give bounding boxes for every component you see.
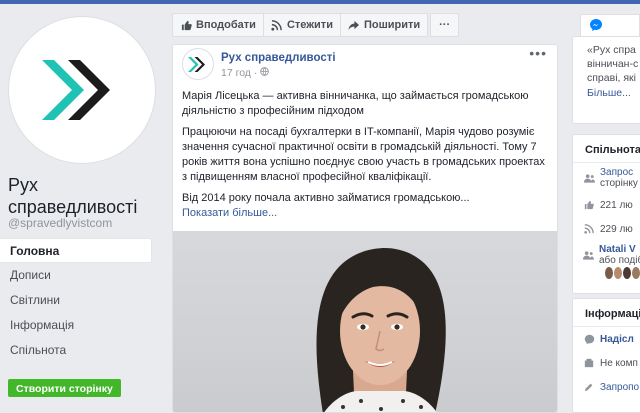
see-more-link[interactable]: Показати більше...: [182, 206, 552, 221]
about-quote-card: «Рух спра вінничан-с справі, які Більше.…: [572, 36, 640, 124]
suggest-edits-text: Запропо: [600, 381, 640, 393]
friend-avatar[interactable]: [605, 267, 613, 279]
messenger-icon: [583, 334, 595, 345]
page-nav: Головна Дописи Світлини Інформація Спіль…: [0, 238, 152, 363]
pencil-icon: [583, 382, 595, 392]
thumbs-up-icon: [583, 200, 595, 210]
page-category-text: Не комп: [600, 357, 638, 369]
post-paragraph-3: Від 2014 року почала активно займатися г…: [182, 192, 470, 204]
invite-friends-line1: Запрос: [600, 167, 634, 178]
post-paragraph-1: Марія Лісецька — активна вінничанка, що …: [182, 90, 529, 117]
friend-avatar[interactable]: [632, 267, 640, 279]
share-arrow-icon: [348, 19, 360, 31]
friend-avatar[interactable]: [623, 267, 631, 279]
globe-icon: [260, 67, 270, 79]
quote-line-1: «Рух спра: [587, 44, 636, 56]
page-name[interactable]: Рух справедливості: [8, 174, 158, 218]
send-message-row[interactable]: Надісл: [573, 327, 640, 351]
likes-count: 221 лю: [600, 199, 633, 211]
page-handle[interactable]: @spravedlyvistcom: [8, 216, 112, 230]
quote-line-2: вінничан-с: [587, 58, 639, 70]
page-logo-small: [188, 56, 205, 72]
post-card: Рух справедливості 17 год · ••• Марія Лі…: [172, 44, 558, 413]
messenger-button[interactable]: [580, 14, 640, 38]
post-author-name[interactable]: Рух справедливості: [221, 52, 336, 64]
create-page-button[interactable]: Створити сторінку: [8, 379, 121, 397]
more-actions-button[interactable]: ···: [430, 13, 460, 37]
send-message-text: Надісл: [600, 333, 634, 345]
friends-liked-row[interactable]: Natali V або подіб: [573, 241, 640, 269]
post-photo[interactable]: [173, 231, 557, 412]
community-title[interactable]: Спільнота: [573, 135, 640, 163]
info-title[interactable]: Інформаці: [573, 299, 640, 327]
post-body: Марія Лісецька — активна вінничанка, що …: [182, 89, 552, 221]
left-column: Рух справедливості @spravedlyvistcom Гол…: [0, 4, 160, 413]
friend-avatar[interactable]: [614, 267, 622, 279]
like-label: Вподобати: [196, 19, 256, 31]
thumbs-up-icon: [180, 19, 192, 31]
nav-item-posts[interactable]: Дописи: [0, 263, 152, 288]
rss-icon: [583, 224, 595, 234]
building-icon: [583, 358, 595, 368]
follow-page-button[interactable]: Стежити: [262, 13, 341, 37]
nav-item-photos[interactable]: Світлини: [0, 288, 152, 313]
follow-label: Стежити: [286, 19, 333, 31]
invite-friends-line2: сторінку: [600, 178, 638, 189]
quote-line-3: справі, які: [587, 72, 636, 84]
nav-item-community[interactable]: Спільнота: [0, 338, 152, 363]
nav-item-home[interactable]: Головна: [0, 238, 152, 263]
friends-liked-line2: або подіб: [599, 255, 640, 266]
page-profile-picture[interactable]: [8, 16, 156, 164]
page-action-bar: Вподобати Стежити Поширити ···: [172, 13, 460, 37]
people-icon: [583, 173, 595, 183]
info-card: Інформаці Надісл Не комп Запропо: [572, 298, 640, 413]
post-options-button[interactable]: •••: [529, 45, 547, 61]
community-card: Спільнота Запрос сторінку 221 лю 229 лю …: [572, 134, 640, 294]
post-timestamp[interactable]: 17 год ·: [221, 67, 270, 79]
share-page-button[interactable]: Поширити: [339, 13, 429, 37]
page-logo: [42, 60, 110, 120]
friend-name: Natali V: [599, 244, 636, 255]
quote-more-link[interactable]: Більше...: [573, 85, 640, 99]
nav-item-about[interactable]: Інформація: [0, 313, 152, 338]
rss-icon: [271, 19, 283, 31]
like-page-button[interactable]: Вподобати: [172, 13, 264, 37]
likes-count-row: 221 лю: [573, 193, 640, 217]
share-label: Поширити: [363, 19, 421, 31]
post-paragraph-2: Працюючи на посаді бухгалтерки в IT-комп…: [182, 126, 545, 183]
followers-count-row: 229 лю: [573, 217, 640, 241]
suggest-edits-row[interactable]: Запропо: [573, 375, 640, 399]
post-author-avatar[interactable]: [182, 48, 214, 80]
people-icon: [583, 250, 594, 260]
page-category-row: Не комп: [573, 351, 640, 375]
post-time-text: 17 год ·: [221, 67, 258, 79]
portrait-illustration: [316, 248, 446, 412]
messenger-icon: [589, 18, 603, 35]
friend-avatars: [573, 267, 640, 279]
followers-count: 229 лю: [600, 223, 633, 235]
invite-friends-row[interactable]: Запрос сторінку: [573, 163, 640, 193]
